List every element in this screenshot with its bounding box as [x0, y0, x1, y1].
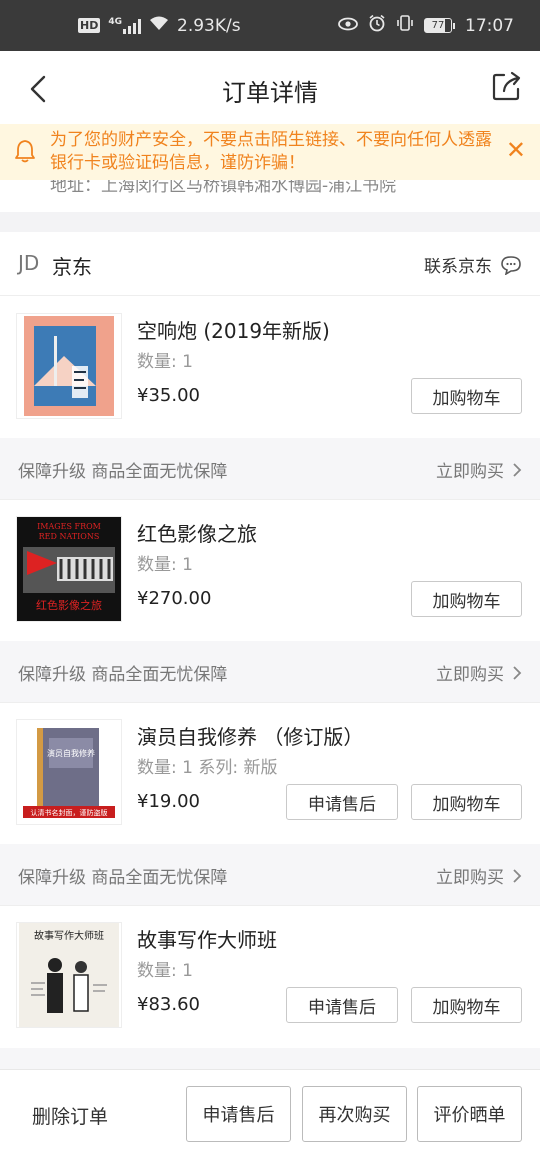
close-notice-button[interactable]: ✕ — [506, 138, 526, 162]
product-quantity: 数量: 1 系列: 新版 — [137, 758, 278, 778]
order-item[interactable]: 空响炮 (2019年新版) 数量: 1 ¥35.00 加购物车 — [0, 297, 540, 439]
page-title: 订单详情 — [222, 79, 318, 107]
add-to-cart-button[interactable]: 加购物车 — [411, 378, 522, 414]
clock: 17:07 — [465, 15, 514, 36]
product-thumbnail[interactable]: IMAGES FROM RED NATIONS 红色影像之旅 — [16, 516, 122, 622]
product-title[interactable]: 空响炮 (2019年新版) — [137, 315, 330, 344]
product-price: ¥35.00 — [137, 385, 200, 406]
book-cover-image: IMAGES FROM RED NATIONS 红色影像之旅 — [17, 517, 121, 621]
buy-now-link[interactable]: 立即购买 — [436, 863, 522, 888]
delete-order-button[interactable]: 删除订单 — [32, 1102, 108, 1129]
chevron-right-icon — [513, 665, 522, 680]
add-to-cart-button[interactable]: 加购物车 — [411, 581, 522, 617]
guarantee-text: 保障升级 商品全面无忧保障 — [18, 868, 228, 888]
product-title[interactable]: 红色影像之旅 — [137, 518, 257, 547]
add-to-cart-button[interactable]: 加购物车 — [411, 987, 522, 1023]
after-sale-button[interactable]: 申请售后 — [286, 987, 398, 1023]
svg-text:RED NATIONS: RED NATIONS — [39, 532, 100, 541]
share-icon — [492, 71, 521, 101]
anti-fraud-notice: 为了您的财产安全，不要点击陌生链接、不要向任何人透露银行卡或验证码信息，谨防诈骗… — [0, 124, 540, 180]
guarantee-bar[interactable]: 保障升级 商品全面无忧保障 立即购买 — [0, 641, 540, 702]
review-button[interactable]: 评价晒单 — [417, 1086, 522, 1142]
hd-indicator: HD — [78, 18, 101, 33]
product-thumbnail[interactable]: 故事写作大师班 — [16, 922, 122, 1028]
book-cover-image: 演员自我修养 认清书名封面，谨防盗版 — [17, 720, 121, 824]
product-thumbnail[interactable]: 演员自我修养 认清书名封面，谨防盗版 — [16, 719, 122, 825]
notice-text: 为了您的财产安全，不要点击陌生链接、不要向任何人透露银行卡或验证码信息，谨防诈骗… — [50, 130, 492, 173]
nav-bar: 订单详情 — [0, 51, 540, 127]
shop-header: JD 京东 联系京东 — [0, 232, 540, 296]
product-price: ¥19.00 — [137, 791, 200, 812]
bell-icon — [14, 139, 36, 170]
wifi-icon — [149, 15, 169, 36]
footer-action-bar: 删除订单 申请售后 再次购买 评价晒单 — [0, 1069, 540, 1155]
network-speed: 2.93K/s — [177, 15, 241, 36]
section-divider — [0, 212, 540, 232]
product-quantity: 数量: 1 — [137, 961, 193, 981]
order-item[interactable]: IMAGES FROM RED NATIONS 红色影像之旅 红色影像之旅 数量… — [0, 500, 540, 642]
product-price: ¥83.60 — [137, 994, 200, 1015]
product-quantity: 数量: 1 — [137, 352, 193, 372]
eye-icon — [338, 16, 358, 36]
book-cover-image: 故事写作大师班 — [19, 923, 119, 1027]
add-to-cart-button[interactable]: 加购物车 — [411, 784, 522, 820]
guarantee-text: 保障升级 商品全面无忧保障 — [18, 462, 228, 482]
after-sale-button[interactable]: 申请售后 — [286, 784, 398, 820]
buy-now-link[interactable]: 立即购买 — [436, 457, 522, 482]
guarantee-text: 保障升级 商品全面无忧保障 — [18, 665, 228, 685]
chevron-right-icon — [513, 868, 522, 883]
guarantee-bar[interactable]: 保障升级 商品全面无忧保障 立即购买 — [0, 438, 540, 499]
order-item[interactable]: 演员自我修养 认清书名封面，谨防盗版 演员自我修养 （修订版） 数量: 1 系列… — [0, 703, 540, 845]
guarantee-bar[interactable]: 保障升级 商品全面无忧保障 立即购买 — [0, 844, 540, 905]
after-sale-button[interactable]: 申请售后 — [186, 1086, 291, 1142]
cover-banner: 认清书名封面，谨防盗版 — [31, 808, 108, 817]
rebuy-button[interactable]: 再次购买 — [302, 1086, 407, 1142]
buy-now-link[interactable]: 立即购买 — [436, 660, 522, 685]
jd-logo: JD — [18, 251, 40, 275]
shop-name: 京东 — [52, 255, 92, 279]
order-item[interactable]: 故事写作大师班 故事写作大师班 数量: 1 ¥83.60 申请售后 加购物车 — [0, 906, 540, 1048]
book-cover-image — [24, 316, 114, 416]
product-quantity: 数量: 1 — [137, 555, 193, 575]
cover-title: 演员自我修养 — [47, 748, 95, 758]
product-price: ¥270.00 — [137, 588, 212, 609]
chat-icon — [501, 255, 521, 275]
battery-icon: 77 — [424, 18, 455, 33]
svg-text:IMAGES FROM: IMAGES FROM — [37, 522, 101, 531]
product-title[interactable]: 演员自我修养 （修订版） — [137, 721, 363, 750]
cover-title: 故事写作大师班 — [34, 929, 104, 942]
alarm-icon — [368, 14, 386, 37]
vibrate-icon — [396, 14, 414, 37]
cover-title: 红色影像之旅 — [36, 598, 102, 612]
product-thumbnail[interactable] — [16, 313, 122, 419]
product-title[interactable]: 故事写作大师班 — [137, 924, 277, 953]
cellular-signal-icon: 4G — [108, 17, 141, 34]
share-button[interactable] — [490, 69, 526, 105]
chevron-right-icon — [513, 462, 522, 477]
contact-shop-button[interactable]: 联系京东 — [424, 252, 522, 277]
status-bar: HD 4G 2.93K/s 77 17:07 — [0, 0, 540, 51]
